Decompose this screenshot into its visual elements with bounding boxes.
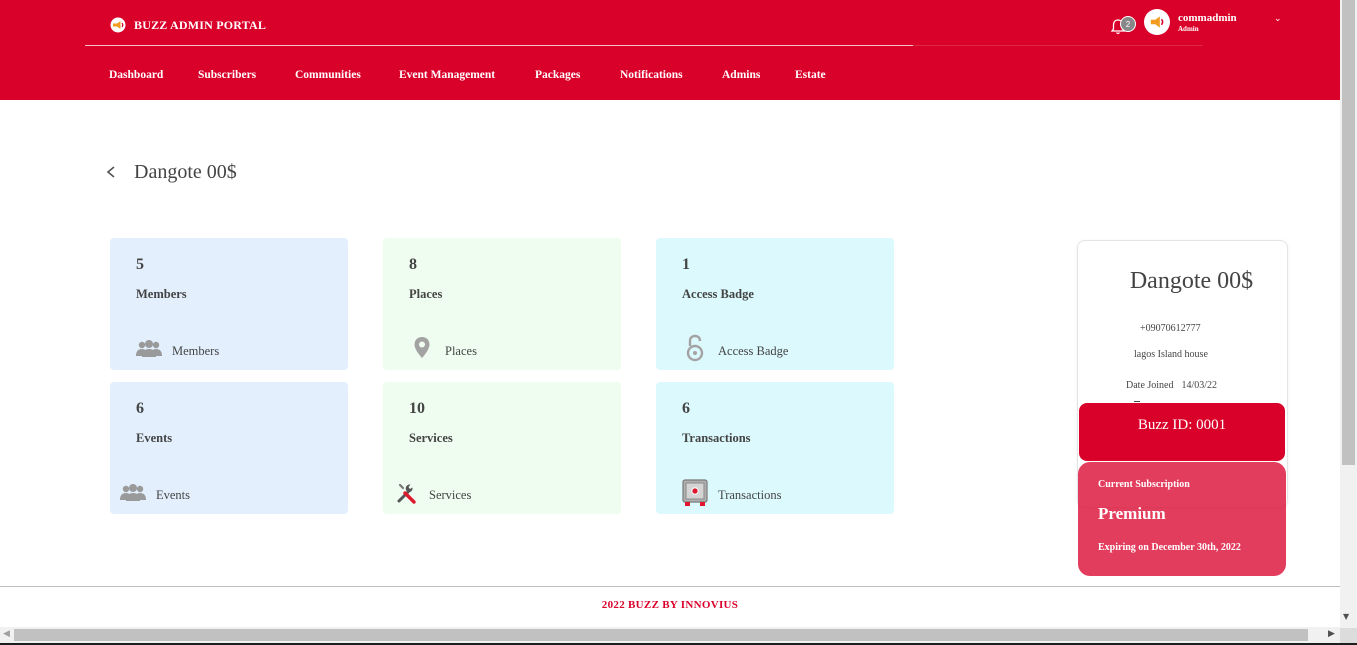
subscription-title: Current Subscription (1098, 479, 1190, 490)
stat-footer-label: Services (429, 488, 472, 502)
stat-footer-label: Transactions (718, 488, 782, 502)
user-name[interactable]: commadmin (1178, 12, 1237, 24)
stat-footer-label: Members (172, 344, 220, 358)
profile-date-joined: Date Joined 14/03/22 (1126, 380, 1217, 391)
footer-text: 2022 BUZZ BY INNOVIUS (601, 599, 739, 611)
subscription-card: Current Subscription Premium Expiring on… (1078, 462, 1286, 576)
stat-card-services[interactable]: 10 Services Services (383, 382, 621, 514)
stat-value: 10 (409, 400, 425, 417)
safe-icon (682, 479, 708, 506)
nav-notifications[interactable]: Notifications (620, 69, 722, 81)
scroll-left-arrow-icon[interactable]: ◀ (3, 629, 10, 639)
avatar[interactable] (1144, 9, 1170, 35)
stat-label: Places (409, 287, 443, 301)
page-title: Dangote 00$ (134, 161, 237, 183)
stat-value: 6 (136, 400, 144, 417)
main-nav: Dashboard Subscribers Communities Event … (109, 69, 826, 81)
profile-address: lagos Island house (1134, 349, 1208, 360)
nav-admins[interactable]: Admins (722, 69, 795, 81)
nav-communities[interactable]: Communities (295, 69, 399, 81)
lock-icon (686, 334, 704, 362)
stat-label: Events (136, 431, 173, 445)
header-divider-right (913, 45, 1203, 46)
date-joined-label: Date Joined (1126, 380, 1174, 391)
subscription-plan: Premium (1098, 504, 1166, 523)
stat-value: 1 (682, 256, 690, 273)
chevron-down-icon[interactable]: ⌄ (1274, 14, 1282, 24)
stat-value: 6 (682, 400, 690, 417)
brand-title: BUZZ ADMIN PORTAL (134, 17, 267, 32)
nav-dashboard[interactable]: Dashboard (109, 69, 198, 81)
users-icon (136, 340, 162, 357)
vertical-scroll-thumb[interactable] (1342, 0, 1355, 465)
megaphone-icon (110, 17, 126, 33)
map-pin-icon (414, 337, 430, 358)
notification-count-badge: 2 (1120, 16, 1136, 32)
nav-event-management[interactable]: Event Management (399, 69, 535, 81)
scroll-right-arrow-icon[interactable]: ▶ (1328, 629, 1335, 639)
date-joined-value: 14/03/22 (1181, 380, 1218, 391)
stat-label: Members (136, 287, 187, 301)
profile-phone: +09070612777 (1140, 323, 1201, 334)
notifications-button[interactable]: 2 (1110, 16, 1136, 36)
stat-footer-label: Access Badge (718, 344, 789, 358)
nav-packages[interactable]: Packages (535, 69, 620, 81)
header-divider (85, 45, 913, 46)
stat-footer-label: Places (445, 344, 477, 358)
profile-name: Dangote 00$ (1129, 268, 1254, 294)
chevron-left-icon (106, 166, 115, 178)
buzz-id-button[interactable]: Buzz ID: 0001 (1079, 403, 1285, 461)
tools-icon (397, 483, 416, 504)
stat-card-events[interactable]: 6 Events Events (110, 382, 348, 514)
stat-card-transactions[interactable]: 6 Transactions Transactions (656, 382, 894, 514)
vertical-scrollbar[interactable] (1340, 0, 1357, 628)
stat-card-members[interactable]: 5 Members Members (110, 238, 348, 370)
stat-label: Transactions (682, 431, 751, 445)
stat-value: 8 (409, 256, 417, 273)
brand[interactable]: BUZZ ADMIN PORTAL (110, 17, 266, 33)
stat-label: Access Badge (682, 287, 754, 301)
user-role: Admin (1178, 25, 1199, 33)
back-button[interactable] (104, 161, 118, 183)
stat-value: 5 (136, 256, 144, 273)
stat-label: Services (409, 431, 453, 445)
top-header: BUZZ ADMIN PORTAL Dashboard Subscribers … (0, 0, 1340, 100)
stat-card-access-badge[interactable]: 1 Access Badge Access Badge (656, 238, 894, 370)
subscription-expiry: Expiring on December 30th, 2022 (1098, 542, 1241, 553)
stat-card-places[interactable]: 8 Places Places (383, 238, 621, 370)
users-icon (120, 484, 146, 501)
footer-divider (0, 586, 1340, 587)
horizontal-scroll-thumb[interactable] (14, 629, 1308, 641)
megaphone-icon (1150, 16, 1164, 28)
stat-footer-label: Events (156, 488, 191, 502)
nav-subscribers[interactable]: Subscribers (198, 69, 295, 81)
nav-estate[interactable]: Estate (795, 69, 826, 81)
divider-tick (1134, 401, 1140, 402)
scroll-down-arrow-icon[interactable]: ▼ (1343, 612, 1349, 621)
